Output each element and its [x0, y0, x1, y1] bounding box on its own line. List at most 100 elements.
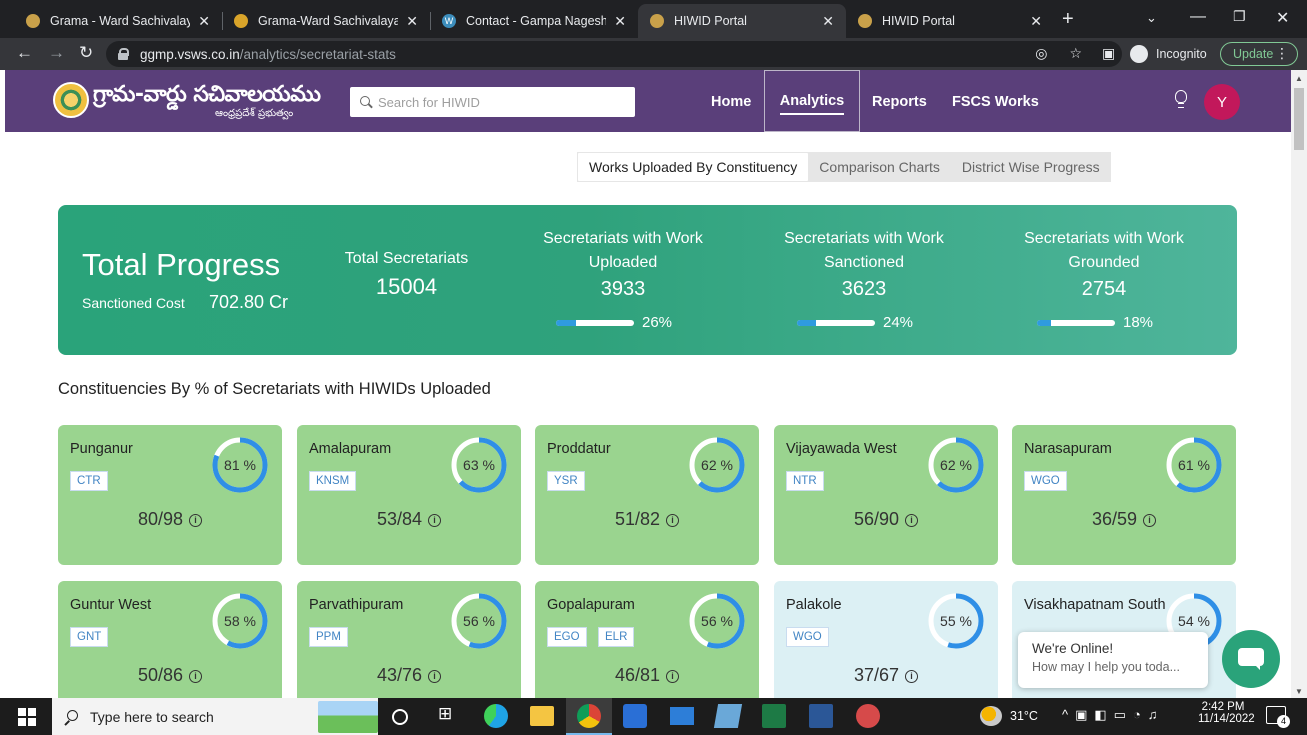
weather-icon[interactable] — [980, 706, 1002, 726]
constituency-card[interactable]: Vijayawada West NTR 62 % 56/90 i — [774, 425, 998, 565]
constituency-card[interactable]: Narasapuram WGO 61 % 36/59 i — [1012, 425, 1236, 565]
restore-icon[interactable]: ❐ — [1233, 8, 1246, 25]
tab-search-icon[interactable]: ⌄ — [1146, 10, 1157, 26]
district-tag: YSR — [547, 471, 585, 491]
url-host: ggmp.vsws.co.in — [140, 46, 240, 62]
info-icon[interactable]: i — [189, 670, 203, 683]
constituency-card[interactable]: Proddatur YSR 62 % 51/82 i — [535, 425, 759, 565]
secretariat-count: 46/81 i — [535, 665, 759, 686]
percent-ring: 81 % — [210, 435, 270, 495]
reload-icon[interactable]: ↻ — [79, 43, 93, 63]
browser-tab-2[interactable]: Grama-Ward Sachivalayam ✕ — [222, 4, 430, 38]
info-icon[interactable]: i — [189, 514, 203, 527]
government-emblem-logo[interactable] — [53, 82, 89, 118]
district-tag: ELR — [598, 627, 635, 647]
tab-works-uploaded-by-constituency[interactable]: Works Uploaded By Constituency — [578, 153, 809, 181]
district-tag: EGO — [547, 627, 587, 647]
word-icon[interactable] — [809, 704, 833, 728]
cortana-icon[interactable] — [392, 709, 408, 725]
info-icon[interactable]: i — [666, 514, 680, 527]
browser-tab-5[interactable]: HIWID Portal ✕ — [846, 4, 1054, 38]
constituency-name: Guntur West — [70, 597, 152, 613]
user-avatar[interactable]: Y — [1204, 84, 1240, 120]
page-scrollbar[interactable]: ▲ ▼ — [1291, 70, 1307, 698]
minimize-icon[interactable]: — — [1190, 8, 1206, 26]
browser-tab-4-active[interactable]: HIWID Portal ✕ — [638, 4, 846, 38]
close-tab-icon[interactable]: ✕ — [1030, 13, 1042, 30]
file-explorer-icon[interactable] — [530, 706, 554, 726]
incognito-icon — [1130, 45, 1148, 63]
tracking-protection-icon[interactable]: ◎ — [1035, 45, 1047, 62]
close-window-icon[interactable]: ✕ — [1276, 8, 1289, 28]
system-tray-icons[interactable]: ^▣◧▭◔♫ — [1062, 707, 1165, 723]
update-button[interactable]: Update ⋮ — [1220, 42, 1298, 66]
nav-fscs-works[interactable]: FSCS Works — [952, 94, 1039, 110]
constituency-name: Palakole — [786, 597, 842, 613]
nav-reports[interactable]: Reports — [872, 94, 927, 110]
info-icon[interactable]: i — [428, 514, 442, 527]
tab-title: Contact - Gampa Nageshwar — [466, 14, 607, 28]
percent-ring: 56 % — [687, 591, 747, 651]
tab-district-wise-progress[interactable]: District Wise Progress — [951, 153, 1111, 181]
browser-tab-3[interactable]: W Contact - Gampa Nageshwar ✕ — [430, 4, 638, 38]
site-favicon-icon — [26, 14, 40, 28]
forward-icon[interactable]: → — [48, 43, 65, 63]
grounded-label-line1: Secretariats with Work — [1024, 230, 1184, 247]
excel-icon[interactable] — [762, 704, 786, 728]
secretariat-count: 53/84 i — [297, 509, 521, 530]
address-bar[interactable]: ggmp.vsws.co.in/analytics/secretariat-st… — [106, 41, 1122, 67]
edge-icon[interactable] — [484, 704, 508, 728]
info-icon[interactable]: i — [666, 670, 680, 683]
hiwid-search-box[interactable] — [350, 87, 635, 117]
constituency-card[interactable]: Punganur CTR 81 % 80/98 i — [58, 425, 282, 565]
browser-tab-1[interactable]: Grama - Ward Sachivalayam ✕ — [14, 4, 222, 38]
percent-ring: 58 % — [210, 591, 270, 651]
incognito-indicator: Incognito — [1130, 45, 1207, 63]
grounded-percent: 18% — [1123, 314, 1154, 331]
site-favicon-icon — [234, 14, 248, 28]
lightbulb-icon[interactable] — [1174, 90, 1188, 108]
tab-comparison-charts[interactable]: Comparison Charts — [808, 153, 951, 181]
close-tab-icon[interactable]: ✕ — [406, 13, 418, 30]
info-icon[interactable]: i — [428, 670, 442, 683]
constituency-name: Visakhapatnam South — [1024, 597, 1166, 613]
chat-launcher-button[interactable] — [1222, 630, 1280, 688]
scroll-down-icon[interactable]: ▼ — [1295, 687, 1303, 696]
paint-icon[interactable] — [856, 704, 880, 728]
nav-analytics[interactable]: Analytics — [764, 70, 860, 132]
app-header: గ్రామ-వార్డు సచివాలయము ఆంధ్రప్రదేశ్ ప్రభ… — [5, 70, 1291, 132]
close-tab-icon[interactable]: ✕ — [198, 13, 210, 30]
taskbar-search-box[interactable]: Type here to search — [52, 698, 378, 735]
chat-greeting-bubble[interactable]: We're Online! How may I help you toda... — [1018, 632, 1208, 688]
side-panel-icon[interactable]: ▣ — [1102, 45, 1115, 62]
close-tab-icon[interactable]: ✕ — [822, 13, 834, 30]
mail-icon[interactable] — [670, 707, 694, 725]
info-icon[interactable]: i — [905, 670, 919, 683]
constituency-card[interactable]: Amalapuram KNSM 63 % 53/84 i — [297, 425, 521, 565]
uploaded-percent: 26% — [642, 314, 673, 331]
incognito-label: Incognito — [1156, 47, 1207, 61]
percent-ring: 62 % — [687, 435, 747, 495]
sanctioned-stat: Secretariats with Work Sanctioned 3623 — [764, 227, 964, 301]
store-icon[interactable] — [623, 704, 647, 728]
scroll-up-icon[interactable]: ▲ — [1295, 74, 1303, 83]
clock[interactable]: 2:42 PM 11/14/2022 — [1198, 701, 1255, 725]
secretariat-count: 51/82 i — [535, 509, 759, 530]
info-icon[interactable]: i — [905, 514, 919, 527]
windows-start-icon[interactable] — [18, 708, 36, 726]
notes-icon[interactable] — [713, 704, 743, 728]
back-icon[interactable]: ← — [16, 43, 33, 63]
bookmark-star-icon[interactable]: ☆ — [1069, 45, 1082, 62]
district-tag: KNSM — [309, 471, 357, 491]
menu-kebab-icon[interactable]: ⋮ — [1275, 45, 1289, 62]
lock-icon[interactable] — [118, 48, 129, 60]
task-view-icon[interactable]: ⊞ — [438, 704, 462, 728]
info-icon[interactable]: i — [1143, 514, 1157, 527]
percent-ring: 62 % — [926, 435, 986, 495]
close-tab-icon[interactable]: ✕ — [614, 13, 626, 30]
nav-home[interactable]: Home — [711, 94, 751, 110]
new-tab-icon[interactable]: + — [1062, 8, 1074, 31]
scrollbar-thumb[interactable] — [1294, 88, 1304, 150]
hiwid-search-input[interactable] — [378, 94, 618, 110]
secretariat-count: 36/59 i — [1012, 509, 1236, 530]
